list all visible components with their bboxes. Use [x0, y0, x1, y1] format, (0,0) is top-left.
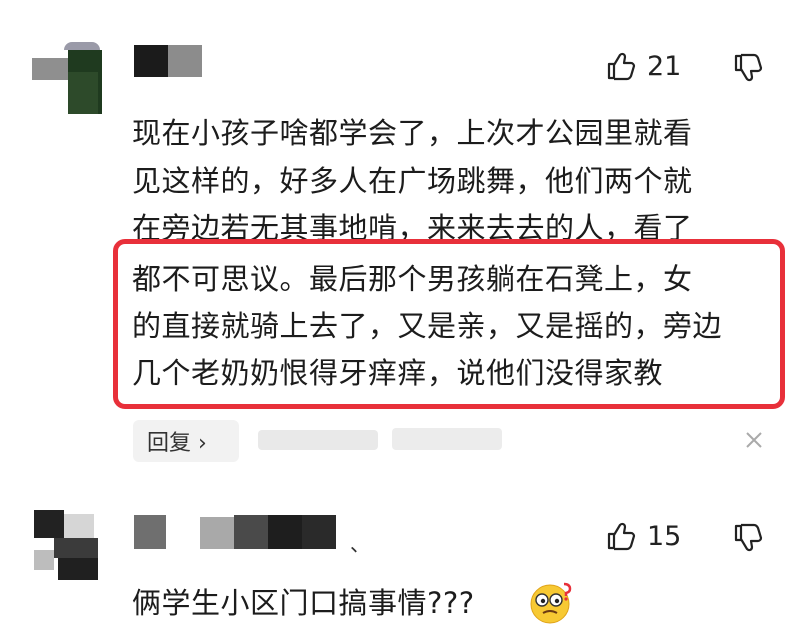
avatar[interactable] — [32, 42, 102, 114]
dislike-button[interactable] — [732, 52, 764, 88]
close-icon — [746, 432, 762, 448]
thinking-emoji-icon — [530, 582, 572, 624]
like-button[interactable]: 21 — [605, 50, 681, 82]
reply-button[interactable]: 回复 › — [133, 420, 239, 462]
highlighted-text-line: 的直接就骑上去了，又是亲，又是摇的，旁边 — [132, 309, 723, 343]
close-button[interactable] — [744, 430, 764, 454]
like-count: 21 — [647, 50, 682, 82]
thumb-down-icon — [734, 523, 763, 552]
like-count: 15 — [647, 520, 682, 552]
comment-text-line: 见这样的，好多人在广场跳舞，他们两个就 — [132, 164, 693, 198]
dislike-button[interactable] — [732, 522, 764, 558]
avatar[interactable] — [34, 510, 106, 580]
highlighted-text-line: 都不可思议。最后那个男孩躺在石凳上，女 — [132, 262, 693, 296]
username[interactable] — [134, 45, 202, 77]
comment-text-line: 现在小孩子啥都学会了，上次才公园里就看 — [132, 116, 693, 150]
thumb-up-icon — [607, 52, 636, 81]
username-suffix: 、 — [350, 532, 370, 556]
comment-text-line: 俩学生小区门口搞事情??? — [132, 586, 475, 620]
reply-label: 回复 › — [147, 431, 207, 456]
like-button[interactable]: 15 — [605, 520, 681, 552]
thumb-down-icon — [734, 53, 763, 82]
thumb-up-icon — [607, 522, 636, 551]
highlighted-text-line: 几个老奶奶恨得牙痒痒，说他们没得家教 — [132, 356, 664, 390]
username[interactable] — [134, 515, 344, 549]
